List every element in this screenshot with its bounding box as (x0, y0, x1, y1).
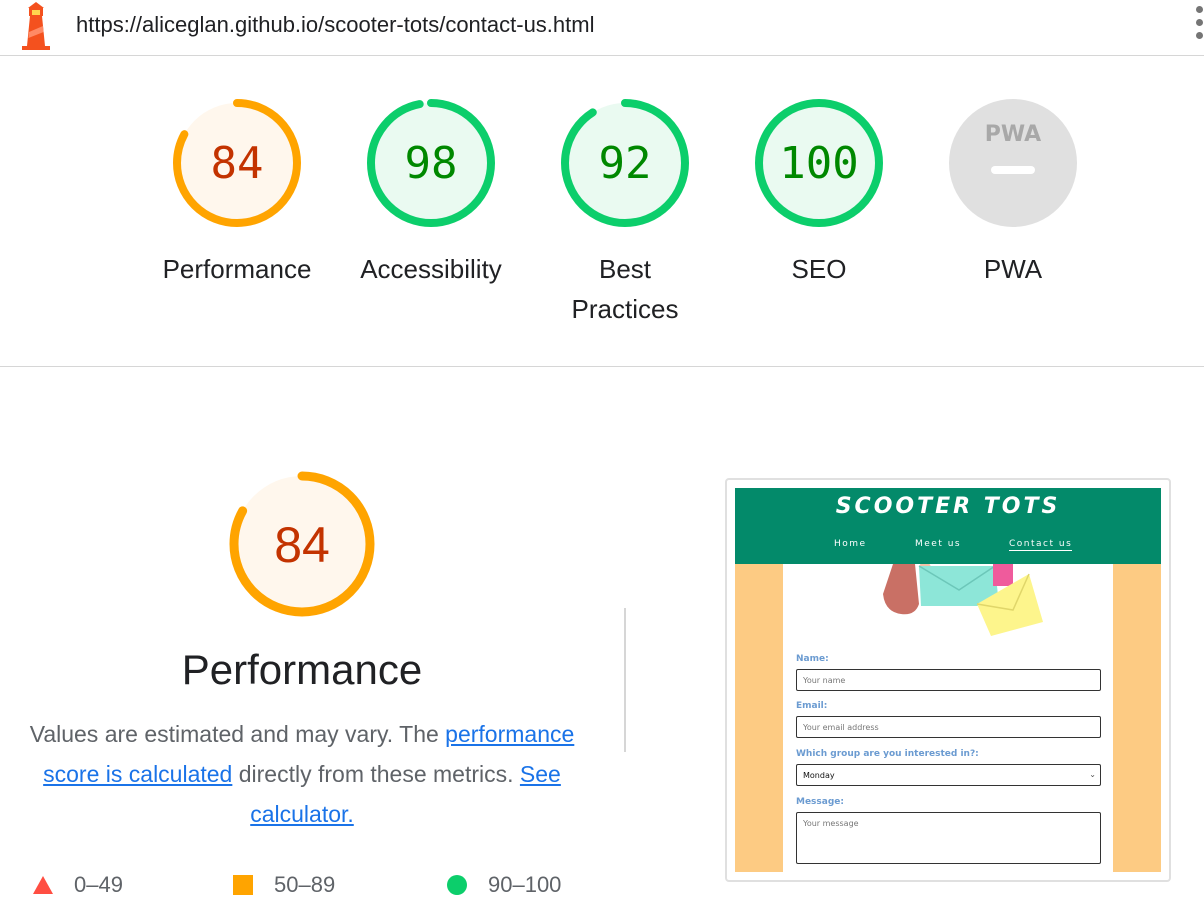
group-select: Monday ⌄ (796, 764, 1101, 786)
performance-title: Performance (181, 646, 423, 693)
pwa-badge-text: PWA (985, 122, 1041, 147)
gauge-label: PWA (983, 254, 1043, 284)
circle-icon (447, 875, 467, 895)
legend-fail: 0–49 (32, 868, 123, 902)
message-label: Message: (796, 797, 844, 807)
screenshot-page: SCOOTER TOTS Home Meet us Contact us Nam… (735, 488, 1161, 872)
envelope-illustration-icon (883, 564, 1043, 636)
legend-range: 0–49 (74, 872, 123, 897)
triangle-icon (33, 876, 53, 894)
square-icon (233, 875, 253, 895)
contact-form: Name: Your name Email: Your email addres… (783, 564, 1113, 872)
seo-gauge-ring: 100 (755, 99, 883, 227)
nav-meet-us: Meet us (915, 539, 962, 549)
site-header: SCOOTER TOTS Home Meet us Contact us (735, 488, 1161, 564)
pwa-badge-icon: PWA (949, 99, 1077, 227)
big-gauge-score: 84 (274, 517, 330, 573)
nav-home: Home (834, 539, 867, 549)
gauge-seo[interactable]: 100 SEO (719, 97, 919, 289)
page-url[interactable]: https://aliceglan.github.io/scooter-tots… (76, 12, 594, 38)
gauge-accessibility[interactable]: 98 Accessibility (331, 97, 531, 289)
site-brand: SCOOTER TOTS (835, 494, 1061, 519)
gauge-score: 98 (405, 138, 458, 189)
gauge-score: 100 (779, 138, 858, 189)
gauge-best-practices[interactable]: 92 Best Practices (525, 97, 725, 329)
best-practices-gauge-ring: 92 (561, 99, 689, 227)
accessibility-gauge-ring: 98 (367, 99, 495, 227)
desc-text: Values are estimated and may vary. The (29, 721, 446, 747)
gauge-score: 84 (211, 138, 264, 189)
gauge-label: Best Practices (571, 254, 679, 324)
nav-contact-us: Contact us (1009, 539, 1073, 551)
gauge-label: Performance (162, 254, 312, 284)
performance-section: 84 Performance Values are estimated and … (0, 368, 1204, 922)
email-label: Email: (796, 701, 828, 711)
legend-pass: 90–100 (446, 868, 561, 902)
performance-gauge-ring: 84 (173, 99, 301, 227)
gauge-performance[interactable]: 84 Performance (137, 97, 337, 289)
message-field: Your message (796, 812, 1101, 864)
group-selected-value: Monday (803, 771, 835, 780)
more-options-icon[interactable] (1196, 6, 1204, 46)
name-field: Your name (796, 669, 1101, 691)
gauge-label: SEO (791, 254, 847, 284)
legend-average: 50–89 (232, 868, 335, 902)
gauge-score: 92 (599, 138, 652, 189)
final-screenshot[interactable]: SCOOTER TOTS Home Meet us Contact us Nam… (725, 478, 1171, 882)
section-divider (624, 608, 626, 752)
category-gauges: 84 Performance 98 Accessibility 92 Best … (0, 57, 1204, 367)
performance-big-gauge: 84 (229, 471, 375, 617)
group-label: Which group are you interested in?: (796, 749, 979, 759)
lighthouse-logo-icon (22, 2, 50, 50)
performance-description: Values are estimated and may vary. The p… (20, 714, 584, 834)
gauge-pwa[interactable]: PWA PWA (913, 97, 1113, 289)
desc-text: directly from these metrics. (232, 761, 520, 787)
address-bar: https://aliceglan.github.io/scooter-tots… (0, 0, 1204, 56)
gauge-label: Accessibility (360, 254, 502, 284)
chevron-down-icon: ⌄ (1089, 770, 1096, 779)
legend-range: 50–89 (274, 872, 336, 897)
legend-range: 90–100 (488, 872, 562, 897)
pwa-dash (991, 166, 1035, 174)
name-label: Name: (796, 654, 829, 664)
email-field: Your email address (796, 716, 1101, 738)
